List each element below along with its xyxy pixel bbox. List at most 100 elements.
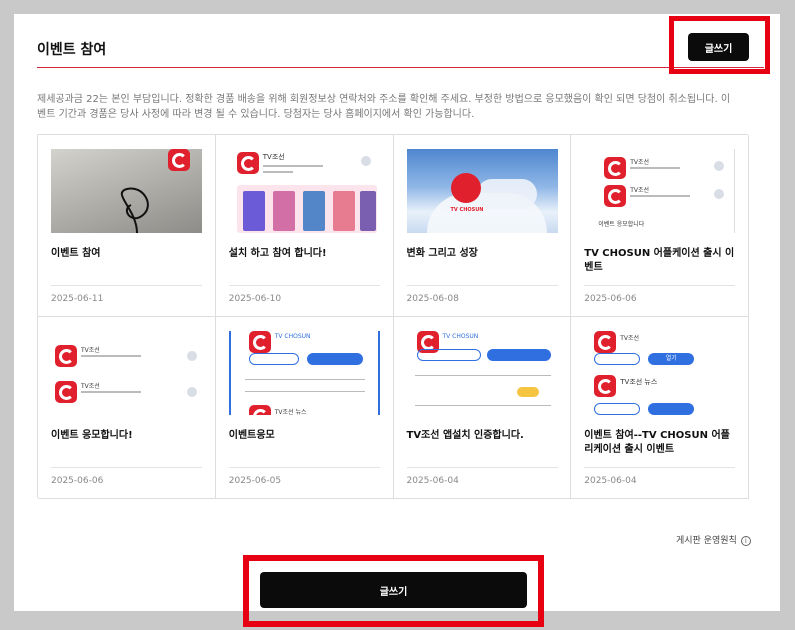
app-info-line [262,165,323,167]
post-date: 2025-06-10 [228,294,282,304]
post-thumbnail: TV조선 열기 TV조선 뉴스 [584,331,736,415]
post-grid: 이벤트 참여 2025-06-11 TV조선 설치 하고 참여 합니다! 202… [37,134,749,499]
app-name-label: TV조선 [81,383,100,390]
app-info-line [630,167,681,169]
board-notice: 제세공과금 22는 본인 부담입니다. 정확한 경품 배송을 위해 회원정보상 … [37,94,731,120]
post-thumbnail: TV CHOSUN [406,149,558,233]
chevron-down-icon [187,351,197,361]
info-icon: i [740,535,751,546]
tvchosun-logo-icon [594,375,617,397]
tvchosun-logo-icon [248,405,271,415]
app-info-line [414,375,551,376]
post-title: TV조선 앱설치 인증합니다. [406,430,524,441]
post-card[interactable]: TV CHOSUN TV조선 뉴스 이벤트응모 2025-06-05 [215,317,394,499]
news-label: TV조선 뉴스 [274,409,307,415]
post-card[interactable]: TV CHOSUN 변화 그리고 성장 2025-06-08 [393,135,572,317]
phone-preview [359,191,376,231]
post-title: 설치 하고 참여 합니다! [228,248,327,259]
board-rules-link[interactable]: 게시판 운영원칙 i [676,533,751,546]
tvchosun-logo-icon [168,149,190,171]
chevron-down-icon [714,161,725,171]
app-name-label: TV조선 [262,153,285,161]
card-divider [406,285,558,286]
open-pill [648,403,695,415]
post-date: 2025-06-04 [406,476,459,486]
post-title: 이벤트 참여 [51,248,101,259]
post-date: 2025-06-04 [584,476,637,486]
open-pill [594,403,641,415]
highlight-box-bottom [243,555,544,627]
chosun-label: TV CHOSUN [274,333,311,340]
post-card[interactable]: TV조선 TV조선 이벤트 응모합니다! 2025-06-06 [38,317,216,499]
open-pill[interactable]: 열기 [648,353,695,365]
open-pill [594,353,641,365]
app-info-line [244,391,365,392]
chosun-label: TV CHOSUN [442,333,479,340]
post-date: 2025-06-06 [584,294,637,304]
card-divider [584,467,736,468]
card-divider [228,285,380,286]
post-card[interactable]: TV조선 설치 하고 참여 합니다! 2025-06-10 [215,135,394,317]
tvchosun-logo-icon [604,185,627,207]
post-thumbnail: TV조선 TV조선 [51,331,202,415]
post-title: 이벤트 응모합니다! [51,430,133,441]
news-label: TV조선 뉴스 [620,378,658,386]
post-thumbnail: TV CHOSUN TV조선 뉴스 [228,331,380,415]
post-thumbnail: TV조선 [228,149,380,233]
open-pill [416,349,481,361]
coin-badge [516,387,539,397]
post-thumbnail: TV CHOSUN [406,331,558,415]
card-divider [228,467,380,468]
post-date: 2025-06-11 [51,294,104,304]
phone-preview [332,191,355,231]
post-card[interactable]: TV CHOSUN TV조선 앱설치 인증합니다. 2025-06-04 [393,317,572,499]
app-name-label: TV조선 [620,335,640,342]
app-info-line [630,195,691,197]
tvchosun-logo-icon [55,381,77,403]
page-title: 이벤트 참여 [37,42,107,58]
card-divider [584,285,736,286]
tvchosun-logo-icon [248,331,271,353]
chevron-down-icon [187,387,197,397]
tvchosun-logo-icon [236,152,259,174]
post-card[interactable]: 이벤트 참여 2025-06-11 [38,135,216,317]
tvchosun-logo-icon [594,331,617,353]
post-title: TV CHOSUN 어플케이션 출시 이벤트 [584,248,735,273]
tvchosun-logo-icon [604,157,627,179]
open-pill-label: 열기 [665,355,677,362]
post-thumbnail: TV조선 TV조선 이벤트 응모합니다 [584,149,736,233]
open-pill [306,353,363,365]
app-name-label: TV조선 [81,347,100,354]
post-card[interactable]: TV조선 열기 TV조선 뉴스 이벤트 참여--TV CHOSUN 어플리케이션… [571,317,749,499]
app-name-label: TV조선 [630,187,650,194]
cloud-shape [476,179,537,209]
card-divider [51,467,202,468]
highlight-box-top [669,16,770,74]
open-pill [486,349,551,361]
chevron-up-icon [360,156,371,166]
card-divider [406,467,558,468]
phone-preview [272,191,295,231]
chevron-down-icon [714,189,725,199]
tvchosun-logo-icon [55,345,77,367]
post-title: 이벤트응모 [228,430,275,441]
post-card[interactable]: TV조선 TV조선 이벤트 응모합니다 TV CHOSUN 어플케이션 출시 이… [571,135,749,317]
open-pill [248,353,299,365]
app-info-line [81,391,141,393]
logo-caption: TV CHOSUN [450,207,484,213]
post-date: 2025-06-06 [51,476,104,486]
app-info-line [262,171,293,173]
board-rules-label: 게시판 운영원칙 [676,536,737,546]
phone-preview [242,191,265,231]
post-title: 이벤트 참여--TV CHOSUN 어플리케이션 출시 이벤트 [584,430,730,455]
tvchosun-logo-icon [450,173,481,203]
post-date: 2025-06-05 [228,476,282,486]
thumb-caption: 이벤트 응모합니다 [598,221,645,228]
post-date: 2025-06-08 [406,294,459,304]
app-name-label: TV조선 [630,159,650,166]
card-divider [51,285,202,286]
app-info-line [414,405,551,406]
app-info-line [81,355,141,357]
phone-preview [302,191,325,231]
app-info-line [244,379,365,380]
